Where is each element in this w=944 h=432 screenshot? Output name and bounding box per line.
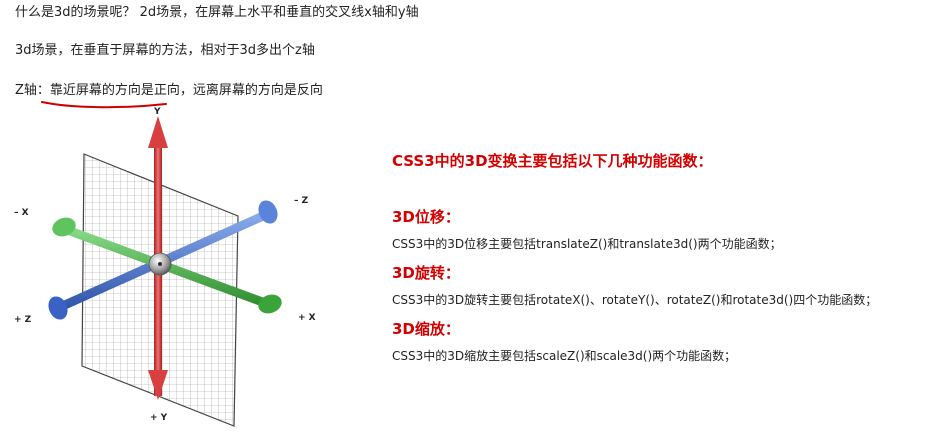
z-positive-label: + Z — [14, 315, 32, 325]
panel-title: CSS3中的3D变换主要包括以下几种功能函数： — [392, 152, 713, 170]
y-top-arrowhead — [148, 116, 168, 148]
3d-axes-diagram: Y + Y – X + X – Z + Z — [14, 107, 316, 427]
rotate-heading: 3D旋转： — [392, 264, 460, 282]
scale-description: CSS3中的3D缩放主要包括scaleZ()和scale3d()两个功能函数； — [392, 349, 737, 363]
x-positive-label: + X — [298, 313, 316, 323]
intro-line-2d-scene: 什么是3d的场景呢？ 2d场景，在屏幕上水平和垂直的交叉线x轴和y轴 — [15, 5, 419, 20]
intro-line-3d-scene: 3d场景，在垂直于屏幕的方法，相对于3d多出个z轴 — [15, 43, 315, 58]
rotate-description: CSS3中的3D旋转主要包括rotateX()、rotateY()、rotate… — [392, 293, 878, 307]
z-positive-arrowhead — [48, 296, 68, 320]
scale-heading: 3D缩放： — [392, 320, 460, 338]
x-negative-label: – X — [14, 208, 29, 218]
y-top-label: Y — [153, 107, 161, 117]
translate-heading: 3D位移： — [392, 208, 460, 226]
y-bottom-label: + Y — [150, 413, 168, 423]
x-positive-arrowhead — [258, 294, 282, 314]
z-negative-label: – Z — [294, 196, 309, 206]
z-axis-negative-direction: ，远离屏幕的方向是反向 — [179, 83, 323, 98]
translate-description: CSS3中的3D位移主要包括translateZ()和translate3d()… — [392, 237, 782, 251]
